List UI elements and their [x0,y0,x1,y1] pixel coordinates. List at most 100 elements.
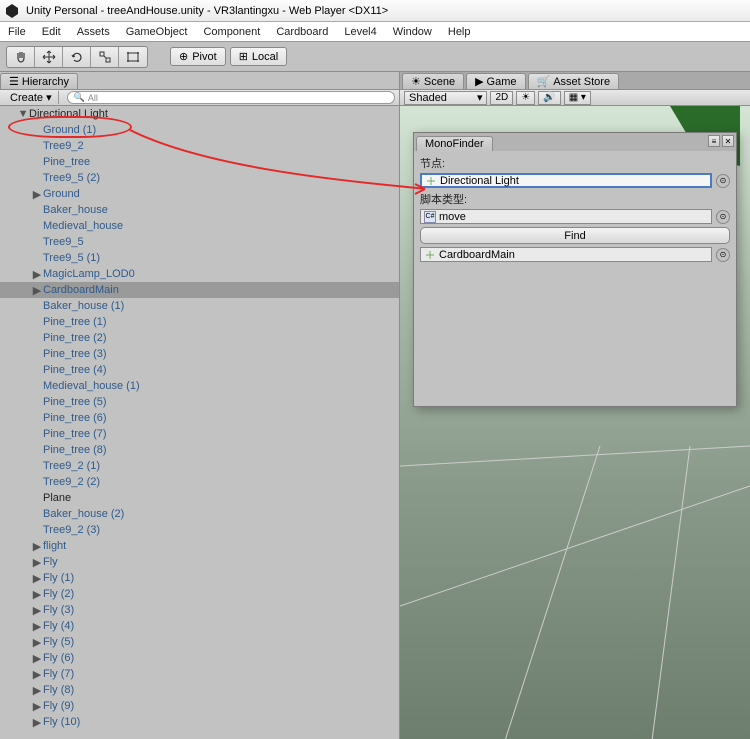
pivot-toggle[interactable]: ⊕Pivot [170,47,226,66]
expand-icon[interactable] [32,349,42,359]
hierarchy-item[interactable]: Tree9_5 [0,234,399,250]
hierarchy-search[interactable]: 🔍 All [67,91,395,104]
monofinder-tab[interactable]: MonoFinder [416,136,493,151]
expand-icon[interactable]: ▶ [32,685,42,695]
hierarchy-item[interactable]: Plane [0,490,399,506]
expand-icon[interactable]: ▶ [32,269,42,279]
hierarchy-item[interactable]: Pine_tree (2) [0,330,399,346]
create-dropdown[interactable]: Create ▾ [4,91,59,104]
expand-icon[interactable]: ▶ [32,541,42,551]
menu-help[interactable]: Help [448,26,471,38]
hierarchy-item[interactable]: ▶CardboardMain [0,282,399,298]
result-field[interactable]: CardboardMain [420,247,712,262]
window-menu-icon[interactable]: ≡ [708,135,720,147]
hierarchy-tree[interactable]: ▼Directional LightGround (1)Tree9_2Pine_… [0,106,399,739]
expand-icon[interactable]: ▶ [32,605,42,615]
expand-icon[interactable] [32,493,42,503]
hierarchy-item[interactable]: ▶Fly (7) [0,666,399,682]
hierarchy-item[interactable]: ▶Fly (3) [0,602,399,618]
hierarchy-item[interactable]: Ground (1) [0,122,399,138]
expand-icon[interactable]: ▶ [32,701,42,711]
light-toggle[interactable]: ☀ [516,91,535,105]
hierarchy-item[interactable]: ▶Fly (2) [0,586,399,602]
expand-icon[interactable] [32,301,42,311]
hierarchy-item[interactable]: Tree9_2 [0,138,399,154]
local-toggle[interactable]: ⊞Local [230,47,288,66]
menu-file[interactable]: File [8,26,26,38]
hierarchy-item[interactable]: Pine_tree (6) [0,410,399,426]
menu-assets[interactable]: Assets [77,26,110,38]
rotate-tool[interactable] [63,47,91,67]
expand-icon[interactable]: ▶ [32,573,42,583]
menu-gameobject[interactable]: GameObject [126,26,188,38]
expand-icon[interactable] [32,509,42,519]
hierarchy-item[interactable]: Tree9_2 (1) [0,458,399,474]
hierarchy-item[interactable]: ▶Fly (4) [0,618,399,634]
hierarchy-item[interactable]: Baker_house (1) [0,298,399,314]
expand-icon[interactable] [32,461,42,471]
expand-icon[interactable] [32,365,42,375]
object-picker-icon[interactable]: ⊙ [716,210,730,224]
expand-icon[interactable]: ▶ [32,557,42,567]
expand-icon[interactable] [32,253,42,263]
find-button[interactable]: Find [420,227,730,244]
hierarchy-item[interactable]: ▶Fly (10) [0,714,399,730]
close-icon[interactable]: ✕ [722,135,734,147]
menu-level4[interactable]: Level4 [344,26,376,38]
expand-icon[interactable] [32,125,42,135]
shaded-dropdown[interactable]: Shaded▾ [404,91,487,105]
expand-icon[interactable] [32,333,42,343]
hierarchy-item[interactable]: ▼Directional Light [0,106,399,122]
hierarchy-item[interactable]: ▶MagicLamp_LOD0 [0,266,399,282]
expand-icon[interactable] [32,445,42,455]
expand-icon[interactable]: ▶ [32,653,42,663]
object-picker-icon[interactable]: ⊙ [716,248,730,262]
expand-icon[interactable]: ▶ [32,637,42,647]
hierarchy-item[interactable]: Tree9_5 (1) [0,250,399,266]
object-picker-icon[interactable]: ⊙ [716,174,730,188]
hand-tool[interactable] [7,47,35,67]
hierarchy-item[interactable]: ▶Fly (6) [0,650,399,666]
hierarchy-item[interactable]: Baker_house (2) [0,506,399,522]
script-field[interactable]: C# move [420,209,712,224]
hierarchy-item[interactable]: ▶Fly (8) [0,682,399,698]
expand-icon[interactable] [32,397,42,407]
hierarchy-item[interactable]: Pine_tree (4) [0,362,399,378]
expand-icon[interactable] [32,525,42,535]
expand-icon[interactable] [32,173,42,183]
hierarchy-item[interactable]: Tree9_5 (2) [0,170,399,186]
scene-tab[interactable]: ☀Scene [402,73,464,89]
hierarchy-item[interactable]: Pine_tree (5) [0,394,399,410]
hierarchy-tab[interactable]: ☰ Hierarchy [0,73,78,89]
assetstore-tab[interactable]: 🛒Asset Store [528,73,620,89]
audio-toggle[interactable]: 🔊 [538,91,560,105]
hierarchy-item[interactable]: Medieval_house [0,218,399,234]
move-tool[interactable] [35,47,63,67]
hierarchy-item[interactable]: Pine_tree (1) [0,314,399,330]
expand-icon[interactable] [32,237,42,247]
game-tab[interactable]: ▶Game [466,73,525,89]
menu-edit[interactable]: Edit [42,26,61,38]
rect-tool[interactable] [119,47,147,67]
hierarchy-item[interactable]: Tree9_2 (2) [0,474,399,490]
hierarchy-item[interactable]: Medieval_house (1) [0,378,399,394]
expand-icon[interactable] [32,221,42,231]
expand-icon[interactable] [32,477,42,487]
expand-icon[interactable]: ▶ [32,717,42,727]
hierarchy-item[interactable]: Pine_tree (8) [0,442,399,458]
hierarchy-item[interactable]: ▶Ground [0,186,399,202]
hierarchy-item[interactable]: Pine_tree [0,154,399,170]
expand-icon[interactable]: ▶ [32,285,42,295]
menu-window[interactable]: Window [393,26,432,38]
expand-icon[interactable] [32,157,42,167]
expand-icon[interactable] [32,317,42,327]
expand-icon[interactable] [32,205,42,215]
expand-icon[interactable]: ▼ [18,109,28,119]
menu-component[interactable]: Component [203,26,260,38]
hierarchy-item[interactable]: Pine_tree (7) [0,426,399,442]
expand-icon[interactable] [32,429,42,439]
hierarchy-item[interactable]: ▶Fly (9) [0,698,399,714]
expand-icon[interactable]: ▶ [32,589,42,599]
expand-icon[interactable]: ▶ [32,621,42,631]
scale-tool[interactable] [91,47,119,67]
